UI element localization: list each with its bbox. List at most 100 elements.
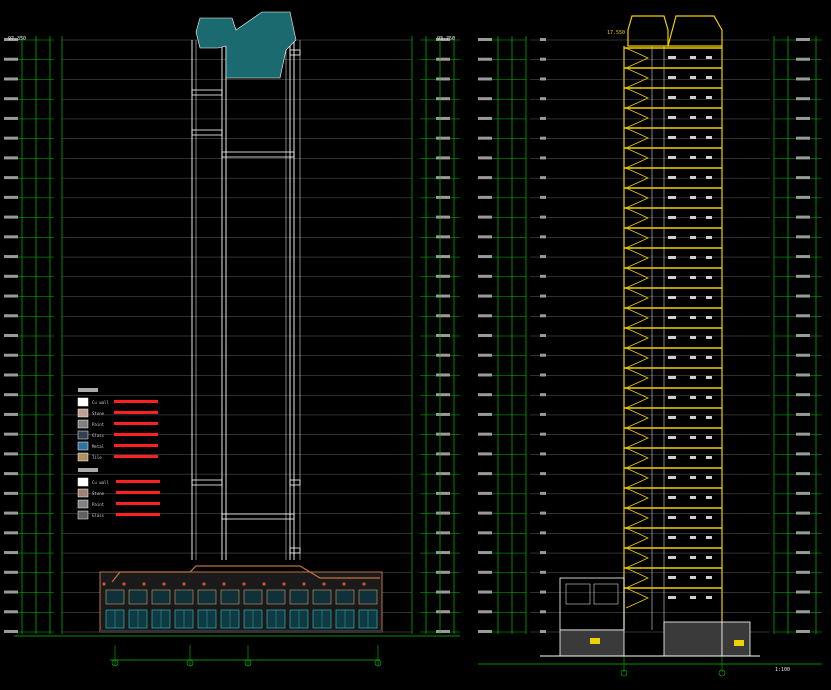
room-tag — [690, 196, 696, 199]
right-elevation-label — [796, 511, 810, 515]
stair-run — [625, 567, 649, 589]
room-tag — [668, 296, 676, 299]
room-tag — [690, 96, 696, 99]
left-elevation-label — [4, 97, 18, 101]
basement-section — [721, 621, 751, 657]
floor-number — [540, 531, 546, 535]
right-elevation-label — [796, 136, 810, 140]
room-tag — [690, 416, 696, 419]
right-section-grid — [478, 36, 822, 677]
room-tag — [706, 196, 712, 199]
basement-section — [663, 621, 723, 657]
legend-swatch — [77, 408, 89, 418]
floor-number — [540, 97, 546, 101]
podium-window — [128, 589, 148, 605]
setback-band — [289, 547, 301, 554]
stair-run — [625, 247, 649, 269]
left-elevation-label — [4, 353, 18, 357]
stair-run — [625, 347, 649, 369]
right-elevation-label — [796, 630, 810, 633]
podium-ornament — [122, 582, 126, 586]
room-tag — [668, 236, 676, 239]
floor-number — [540, 491, 546, 495]
cad-drawing: Cu wall Stone Paint Glass Metal Tile Cu wall St… — [4, 11, 822, 677]
left-elevation-label — [4, 116, 18, 120]
left-elevation-label — [478, 57, 492, 61]
room-tag — [690, 136, 696, 139]
left-elevation-label — [478, 491, 492, 495]
room-tag — [706, 336, 712, 339]
room-tag — [668, 276, 676, 279]
room-tag — [668, 356, 676, 359]
room-tag — [690, 496, 696, 499]
right-elevation-label — [796, 116, 810, 120]
room-tag — [706, 276, 712, 279]
legend-label: Stone — [92, 411, 105, 416]
floor-number — [540, 452, 546, 456]
legend-note — [116, 491, 160, 494]
right-elevation-label — [436, 491, 450, 495]
stair-run — [625, 207, 649, 229]
right-elevation-label — [436, 195, 450, 199]
roof-cap — [627, 15, 669, 47]
podium-window — [243, 589, 263, 605]
room-tag — [668, 156, 676, 159]
left-elevation-label — [4, 77, 18, 81]
stair-run — [625, 267, 649, 289]
legend-swatch — [77, 499, 89, 509]
setback-band — [289, 479, 301, 486]
room-tag — [668, 336, 676, 339]
legend-swatch — [77, 488, 89, 498]
room-tag — [668, 516, 676, 519]
right-elevation-label — [796, 77, 810, 81]
room-tag — [668, 496, 676, 499]
room-tag — [706, 256, 712, 259]
floor-number — [540, 215, 546, 219]
legend-note — [114, 411, 158, 414]
ground-shadow — [100, 630, 382, 633]
room-tag — [706, 476, 712, 479]
right-elevation-label — [796, 57, 810, 61]
room-tag — [690, 56, 696, 59]
basement-tag — [734, 640, 744, 646]
right-elevation-label — [796, 235, 810, 239]
podium-window — [105, 589, 125, 605]
right-elevation-label — [796, 491, 810, 495]
left-elevation-label — [478, 412, 492, 416]
left-elevation-label — [4, 531, 18, 535]
right-elevation-label — [436, 255, 450, 259]
left-elevation-label — [478, 136, 492, 140]
room-tag — [706, 416, 712, 419]
left-elevation-label — [4, 215, 18, 219]
right-elevation-label — [436, 531, 450, 535]
legend-swatch — [77, 397, 89, 407]
legend-note — [114, 455, 158, 458]
room-tag — [690, 176, 696, 179]
room-tag — [706, 116, 712, 119]
legend-heading — [78, 388, 98, 392]
podium-ornament — [322, 582, 326, 586]
stair-run — [625, 387, 649, 409]
floor-number — [540, 334, 546, 337]
room-tag — [706, 216, 712, 219]
right-elevation-label — [436, 334, 450, 337]
legend-note — [114, 444, 158, 447]
left-elevation-label — [4, 393, 18, 397]
right-scale-note: 1:100 — [775, 667, 790, 673]
podium-ornament — [302, 582, 306, 586]
podium-window — [358, 589, 378, 605]
left-elevation-label — [478, 314, 492, 318]
stair-run — [625, 47, 649, 69]
roof — [195, 11, 297, 79]
stair-run — [625, 427, 649, 449]
room-tag — [706, 436, 712, 439]
left-elevation-label — [4, 570, 18, 574]
left-elevation-label — [4, 491, 18, 495]
legend-swatch — [77, 477, 89, 487]
stair-run — [625, 487, 649, 509]
left-elevation-label — [4, 412, 18, 416]
right-elevation-label — [436, 472, 450, 476]
left-elevation-label — [478, 77, 492, 81]
podium-window — [266, 589, 286, 605]
room-tag — [706, 576, 712, 579]
